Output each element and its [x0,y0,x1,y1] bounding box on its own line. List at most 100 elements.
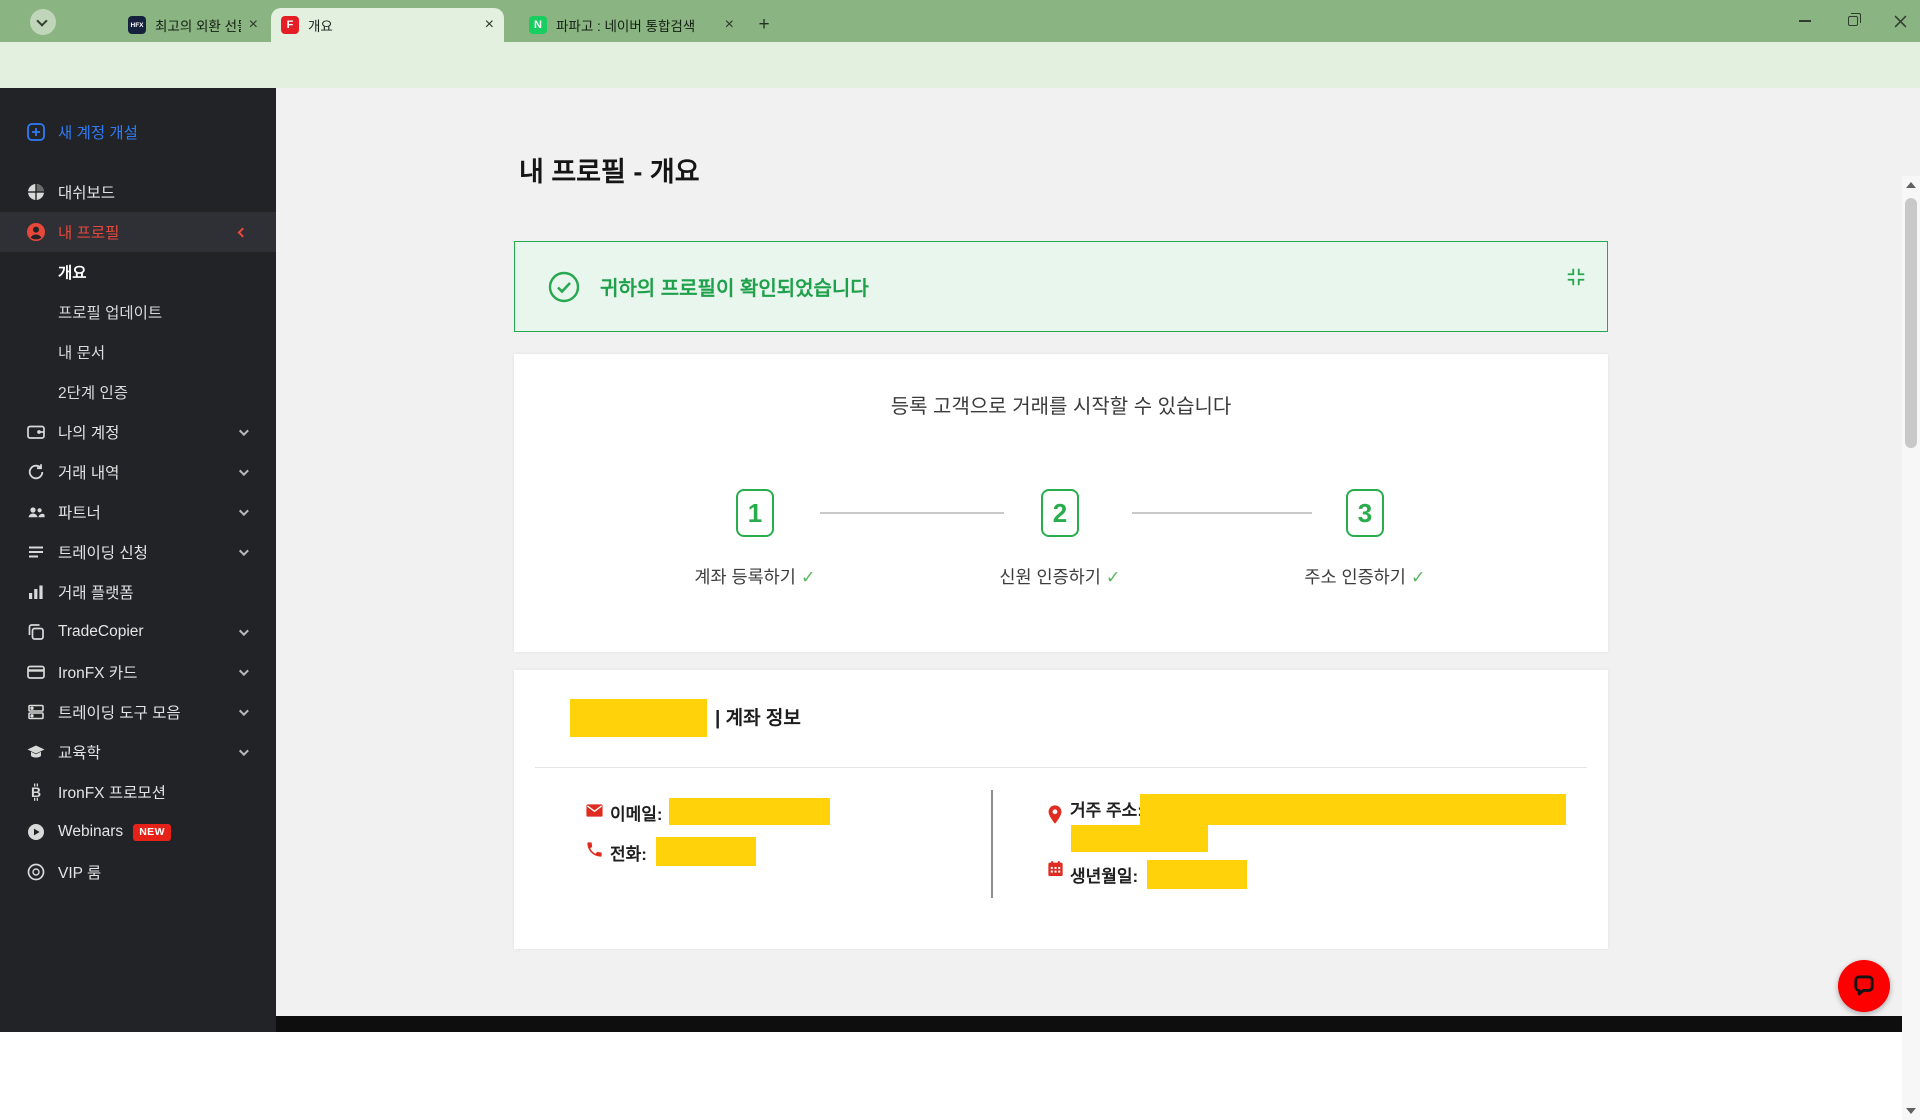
phone-icon [585,840,604,859]
sidebar-item-label: 거래 내역 [58,461,119,483]
close-tab-icon[interactable]: × [725,17,734,33]
redacted-email [669,798,830,825]
sidebar-item-education[interactable]: 교육학 [0,732,276,772]
sidebar-item-tradecopier[interactable]: TradeCopier [0,612,276,652]
sidebar-item-new-account[interactable]: 새 계정 개설 [0,112,276,152]
chevron-down-icon [239,466,249,476]
new-tab-button[interactable]: + [752,13,776,37]
step-3-label: 주소 인증하기✓ [1245,564,1485,589]
sidebar-item-profile-update[interactable]: 프로필 업데이트 [0,292,276,332]
redacted-address-line2 [1071,825,1208,852]
sidebar-item-label: 교육학 [58,741,101,763]
sidebar-item-partners[interactable]: 파트너 [0,492,276,532]
plus-square-icon [26,122,46,142]
chevron-down-icon [239,546,249,556]
tab-hfx-broker[interactable]: HFX 최고의 외환 선물거래 브로커 × [118,8,268,42]
bitcoin-icon: B [26,782,46,802]
sidebar-item-trading-requests[interactable]: 트레이딩 신청 [0,532,276,572]
tab-overview-active[interactable]: F 개요 × [271,8,504,42]
scrollbar-thumb[interactable] [1905,198,1917,448]
sidebar-item-ironfx-card[interactable]: IronFX 카드 [0,652,276,692]
phone-label: 전화: [610,840,647,865]
page-footer-bar [276,1016,1902,1032]
step-number: 2 [1053,498,1067,529]
graduation-cap-icon [26,742,46,762]
main-content: 내 프로필 - 개요 귀하의 프로필이 확인되었습니다 등록 고객으로 거래를 … [276,88,1902,1032]
step-connector [1132,512,1312,514]
credit-card-icon [26,662,46,682]
sidebar-item-label: VIP 룸 [58,861,101,883]
sidebar-item-ironfx-promotions[interactable]: B IronFX 프로모션 [0,772,276,812]
email-label: 이메일: [610,800,663,825]
minimize-icon [1799,20,1811,22]
vip-ring-icon [26,862,46,882]
scroll-up-button[interactable] [1902,176,1920,194]
livechat-button[interactable] [1838,960,1890,1012]
redacted-account-name [570,699,707,737]
chevron-down-icon [239,706,249,716]
chevron-collapse-icon [238,227,248,237]
sidebar-item-label: 개요 [58,261,87,283]
sidebar-item-trade-history[interactable]: 거래 내역 [0,452,276,492]
sidebar-item-my-profile[interactable]: 내 프로필 [0,212,276,252]
chevron-down-icon [36,15,47,26]
window-restore-button[interactable] [1830,0,1876,42]
partners-icon [26,502,46,522]
sidebar-item-my-documents[interactable]: 내 문서 [0,332,276,372]
step-1-label: 계좌 등록하기✓ [635,564,875,589]
sidebar-item-overview[interactable]: 개요 [0,252,276,292]
alert-message: 귀하의 프로필이 확인되었습니다 [600,272,869,301]
envelope-icon [585,801,604,820]
dashboard-icon [26,182,46,202]
window-close-button[interactable] [1877,0,1920,42]
window-minimize-button[interactable] [1782,0,1828,42]
onboarding-steps-card: 등록 고객으로 거래를 시작할 수 있습니다 1 2 3 계좌 등록하기✓ 신원… [514,354,1608,652]
step-2-box: 2 [1041,489,1079,537]
check-icon: ✓ [1411,567,1426,587]
scroll-down-button[interactable] [1902,1102,1920,1120]
sidebar-item-label: 대쉬보드 [58,181,115,203]
sidebar-item-my-accounts[interactable]: 나의 계정 [0,412,276,452]
divider [535,767,1587,768]
sidebar-item-label: 트레이딩 도구 모음 [58,701,181,723]
sidebar-item-trading-platforms[interactable]: 거래 플랫폼 [0,572,276,612]
sidebar-item-dashboard[interactable]: 대쉬보드 [0,172,276,212]
new-badge: NEW [133,824,171,841]
step-3-box: 3 [1346,489,1384,537]
account-info-card: | 계좌 정보 이메일: 전화: 거주 주소: [514,670,1608,949]
sidebar-item-label: 나의 계정 [58,421,119,443]
tab-search-button[interactable] [30,9,56,35]
step-number: 1 [748,498,762,529]
close-tab-icon[interactable]: × [485,17,494,33]
calendar-icon [1046,859,1065,878]
sidebar-item-label: 트레이딩 신청 [58,541,148,563]
sidebar-item-webinars[interactable]: Webinars NEW [0,812,276,852]
collapse-icon[interactable] [1565,266,1587,288]
sidebar-item-label: 프로필 업데이트 [58,301,162,323]
sidebar-item-label: IronFX 프로모션 [58,781,166,803]
play-circle-icon [26,822,46,842]
sidebar-item-trading-tools[interactable]: 트레이딩 도구 모음 [0,692,276,732]
sidebar-item-label: 2단계 인증 [58,381,128,403]
tab-title: 최고의 외환 선물거래 브로커 [155,15,241,35]
tab-papago[interactable]: N 파파고 : 네이버 통합검색 × [519,8,744,42]
sidebar: 새 계정 개설 대쉬보드 내 프로필 [0,88,276,1032]
location-pin-icon [1044,801,1066,828]
redacted-dob [1147,860,1247,889]
close-tab-icon[interactable]: × [249,17,258,33]
sidebar-item-label: TradeCopier [58,623,144,641]
chevron-down-icon [239,626,249,636]
sidebar-item-label: 내 프로필 [58,221,119,243]
page-content: 새 계정 개설 대쉬보드 내 프로필 [0,88,1920,1032]
sidebar-item-2fa[interactable]: 2단계 인증 [0,372,276,412]
redacted-phone [656,837,756,866]
account-card-header: | 계좌 정보 [715,703,801,730]
chevron-down-icon [239,426,249,436]
vertical-scrollbar[interactable] [1902,176,1920,1120]
sidebar-item-vip-room[interactable]: VIP 룸 [0,852,276,892]
chevron-down-icon [239,506,249,516]
tab-title: 파파고 : 네이버 통합검색 [556,15,717,35]
bar-chart-icon [26,582,46,602]
svg-text:B: B [31,784,41,800]
tab-strip: HFX 최고의 외환 선물거래 브로커 × F 개요 × N 파파고 : 네이버… [0,0,1920,42]
